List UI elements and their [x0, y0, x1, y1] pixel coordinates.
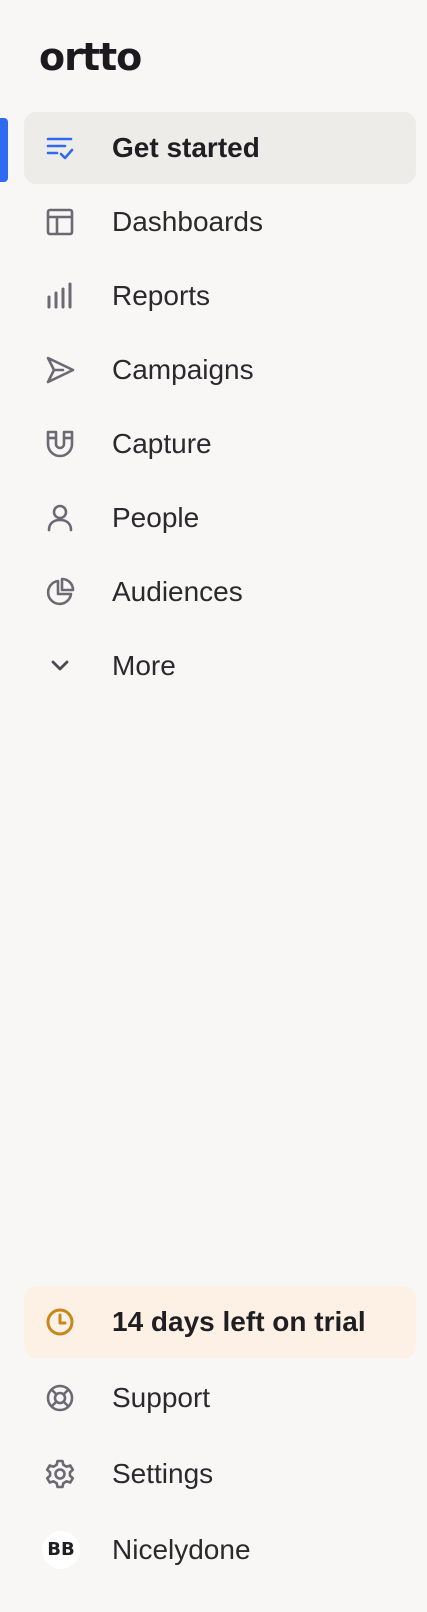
- nav-label-get-started: Get started: [112, 132, 260, 163]
- chevron-down-icon: [44, 650, 76, 682]
- ortto-logo-mark: ortto: [39, 35, 142, 79]
- nav-label-reports: Reports: [112, 280, 211, 311]
- nav-item-settings[interactable]: Settings: [24, 1438, 416, 1510]
- user-icon: [44, 502, 76, 534]
- nav-item-campaigns[interactable]: Campaigns: [24, 334, 416, 406]
- gear-icon: [44, 1458, 76, 1490]
- nav-item-support[interactable]: Support: [24, 1362, 416, 1434]
- nav-label-support: Support: [112, 1382, 211, 1413]
- account-switcher[interactable]: BB Nicelydone: [24, 1514, 416, 1586]
- ortto-logo[interactable]: ortto: [39, 35, 149, 79]
- svg-text:ortto: ortto: [39, 36, 141, 76]
- nav-item-audiences[interactable]: Audiences: [24, 556, 416, 628]
- trial-label: 14 days left on trial: [112, 1306, 366, 1337]
- sidebar: ortto Get started Dashboards Reports Cam…: [0, 0, 427, 1612]
- nav-label-settings: Settings: [112, 1458, 214, 1489]
- nav-label-dashboards: Dashboards: [112, 206, 263, 237]
- bar-chart-icon: [44, 280, 76, 312]
- list-check-icon: [44, 132, 76, 164]
- send-icon: [44, 354, 76, 386]
- lifebuoy-icon: [44, 1382, 76, 1414]
- active-nav-indicator: [0, 118, 8, 182]
- nav-item-people[interactable]: People: [24, 482, 416, 554]
- avatar: BB: [42, 1531, 80, 1569]
- layout-icon: [44, 206, 76, 238]
- nav-item-more[interactable]: More: [24, 630, 416, 702]
- nav-label-people: People: [112, 502, 200, 533]
- account-name: Nicelydone: [112, 1534, 251, 1565]
- nav-label-audiences: Audiences: [112, 576, 243, 607]
- nav-label-campaigns: Campaigns: [112, 354, 254, 385]
- clock-icon: [44, 1306, 76, 1338]
- nav-item-get-started[interactable]: Get started: [24, 112, 416, 184]
- pie-chart-icon: [44, 576, 76, 608]
- trial-banner[interactable]: 14 days left on trial: [24, 1286, 416, 1358]
- nav-label-more: More: [112, 650, 176, 681]
- nav-item-reports[interactable]: Reports: [24, 260, 416, 332]
- nav-item-capture[interactable]: Capture: [24, 408, 416, 480]
- nav-label-capture: Capture: [112, 428, 212, 459]
- magnet-icon: [44, 428, 76, 460]
- nav-item-dashboards[interactable]: Dashboards: [24, 186, 416, 258]
